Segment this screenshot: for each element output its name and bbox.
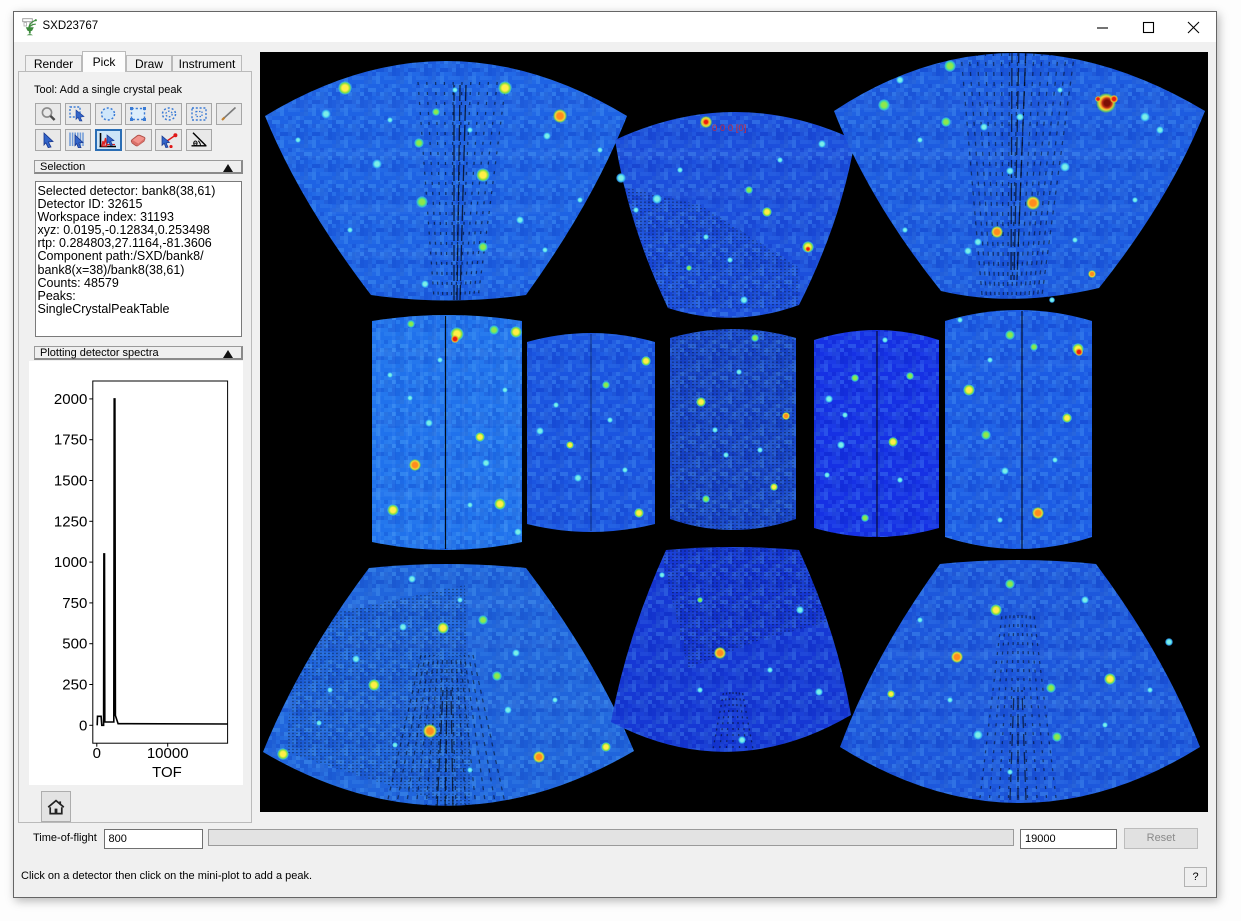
svg-text:1000: 1000 (54, 554, 87, 571)
svg-text:500: 500 (62, 636, 87, 653)
svg-text:1750: 1750 (54, 432, 87, 449)
svg-text:0 0 0 [0]: 0 0 0 [0] (712, 123, 746, 134)
svg-text:1500: 1500 (54, 473, 87, 490)
svg-text:1250: 1250 (54, 513, 87, 530)
svg-text:250: 250 (62, 677, 87, 694)
svg-text:0: 0 (93, 745, 101, 762)
svg-text:750: 750 (62, 595, 87, 612)
svg-text:TOF: TOF (152, 764, 182, 781)
svg-text:10000: 10000 (147, 745, 189, 762)
svg-text:2000: 2000 (54, 391, 87, 408)
svg-text:0: 0 (79, 717, 87, 734)
